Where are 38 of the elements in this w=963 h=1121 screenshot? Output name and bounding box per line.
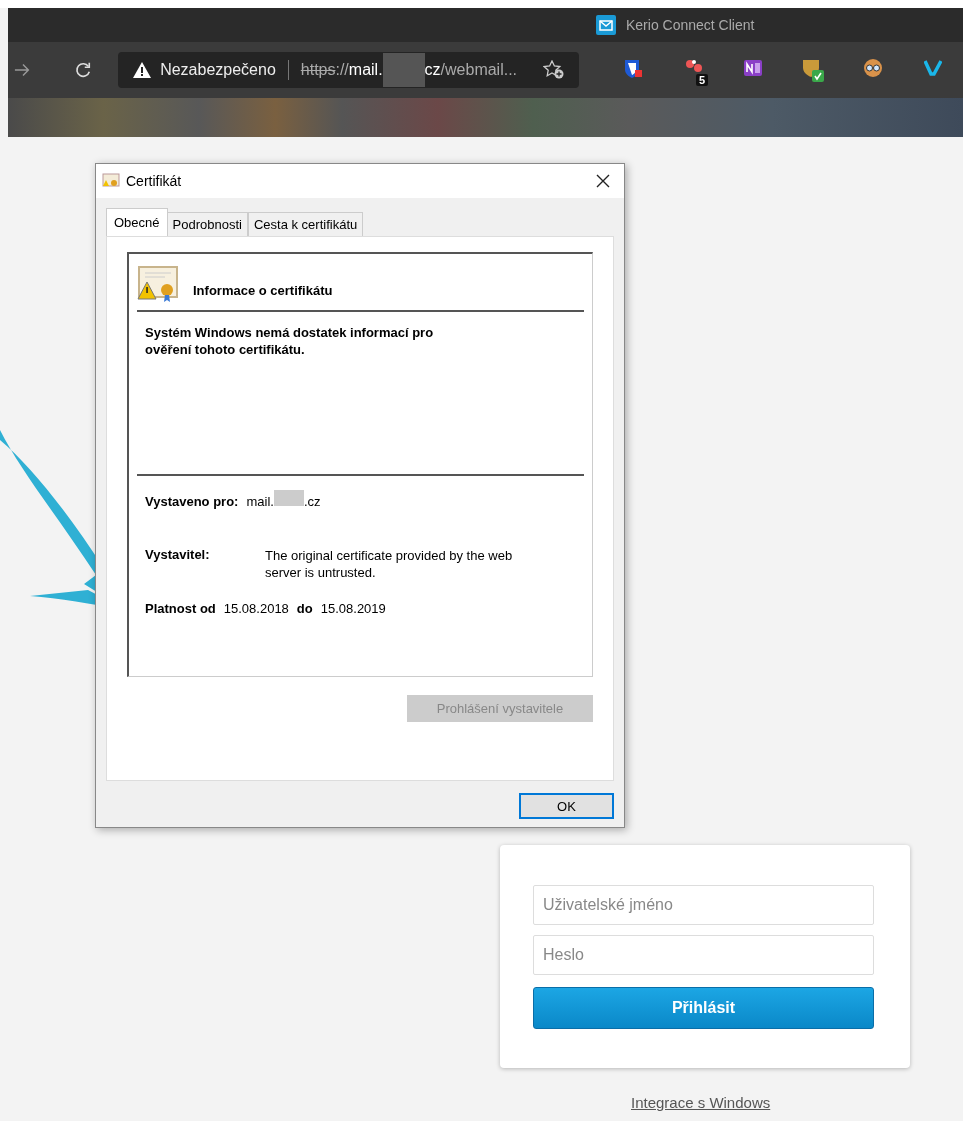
certificate-warning-icon [137, 266, 179, 304]
warning-message: Systém Windows nemá dostatek informací pro ověření tohoto certifikátu. [145, 324, 435, 358]
field-value: mail. [246, 494, 274, 509]
close-icon[interactable] [596, 174, 610, 188]
dialog-tab[interactable]: Obecné [106, 208, 168, 236]
field-label: Vystaveno pro: [145, 494, 239, 509]
field-label: do [296, 601, 313, 616]
section-heading: Informace o certifikátu [193, 282, 333, 298]
shield-check-icon[interactable] [801, 58, 825, 82]
dialog-title: Certifikát [126, 173, 182, 189]
field-value: 15.08.2018 [223, 601, 289, 616]
v-letter-icon[interactable] [924, 58, 942, 76]
dots-icon[interactable] [684, 58, 702, 74]
address-field[interactable]: Nezabezpečeno https://mail. cz/webmail... [118, 52, 579, 88]
dialog-tab[interactable]: Cesta k certifikátu [247, 212, 364, 236]
star-plus-icon[interactable] [543, 60, 565, 80]
notebook-icon[interactable] [743, 58, 763, 78]
redaction-block [273, 490, 304, 506]
field-value: 15.08.2019 [320, 601, 386, 616]
glasses-face-icon[interactable] [863, 58, 883, 78]
field-label: Vystavitel: [145, 547, 211, 564]
mail-icon [596, 15, 616, 35]
field-label: Platnost od [145, 601, 216, 616]
count-badge: 5 [696, 74, 709, 86]
reload-icon[interactable] [74, 60, 93, 80]
field-value: The original certificate provided by the web server is untrusted. [265, 547, 514, 581]
username-field[interactable]: Uživatelské jméno [533, 885, 874, 925]
ok-button[interactable]: OK [519, 793, 614, 819]
dialog-tab[interactable]: Podrobnosti [166, 212, 248, 236]
shield-icon[interactable] [623, 58, 643, 80]
password-field[interactable]: Heslo [533, 935, 874, 975]
field-value: .cz [303, 494, 321, 509]
certificate-warning-icon [102, 173, 120, 189]
browser-tab-title[interactable]: Kerio Connect Client [626, 17, 755, 33]
windows-integration-link[interactable]: Integrace s Windows [631, 1094, 771, 1111]
redaction-block [382, 53, 425, 87]
warning-icon [132, 61, 153, 79]
forward-arrow-icon[interactable] [14, 63, 31, 77]
